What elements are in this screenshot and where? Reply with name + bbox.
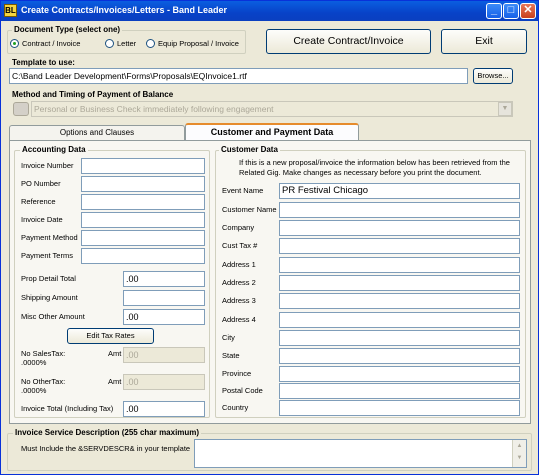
city-input[interactable] xyxy=(279,330,520,346)
cust-tax-input[interactable] xyxy=(279,238,520,254)
shipping-amount-label: Shipping Amount xyxy=(21,293,78,302)
service-description-title: Invoice Service Description (255 char ma… xyxy=(13,428,202,437)
payment-method-field-label: Payment Method xyxy=(21,233,78,242)
no-other-tax-amt-label: Amt xyxy=(108,377,122,386)
shipping-amount-input[interactable] xyxy=(123,290,205,306)
prop-detail-total-input[interactable]: .00 xyxy=(123,271,205,287)
invoice-date-label: Invoice Date xyxy=(21,215,63,224)
cust-tax-label: Cust Tax # xyxy=(222,241,258,250)
company-input[interactable] xyxy=(279,220,520,236)
radio-contract-invoice[interactable] xyxy=(10,39,19,48)
address1-input[interactable] xyxy=(279,257,520,273)
address3-label: Address 3 xyxy=(222,296,256,305)
edit-tax-rates-button[interactable]: Edit Tax Rates xyxy=(67,328,154,344)
address3-input[interactable] xyxy=(279,293,520,309)
customer-title: Customer Data xyxy=(219,145,280,154)
customer-name-label: Customer Name xyxy=(222,205,277,214)
address2-input[interactable] xyxy=(279,275,520,291)
address2-label: Address 2 xyxy=(222,278,256,287)
template-path-input[interactable]: C:\Band Leader Development\Forms\Proposa… xyxy=(9,68,468,84)
invoice-total-input[interactable]: .00 xyxy=(123,401,205,417)
postal-code-input[interactable] xyxy=(279,383,520,399)
doc-type-label: Document Type (select one) xyxy=(12,25,123,34)
no-sales-tax-amt-label: Amt xyxy=(108,349,122,358)
po-number-label: PO Number xyxy=(21,179,61,188)
province-label: Province xyxy=(222,369,252,378)
invoice-number-input[interactable] xyxy=(81,158,205,174)
browse-button[interactable]: Browse... xyxy=(473,68,513,84)
title-bar[interactable]: BL Create Contracts/Invoices/Letters - B… xyxy=(1,1,538,21)
exit-button[interactable]: Exit xyxy=(441,29,527,54)
no-sales-tax-label: No SalesTax: xyxy=(21,349,66,358)
radio-contract-invoice-label[interactable]: Contract / Invoice xyxy=(22,39,80,48)
address4-label: Address 4 xyxy=(222,315,256,324)
payment-method-label: Method and Timing of Payment of Balance xyxy=(12,90,174,99)
invoice-total-label: Invoice Total (Including Tax) xyxy=(21,404,114,413)
accounting-title: Accounting Data xyxy=(20,145,88,154)
scroll-up-icon[interactable]: ▲ xyxy=(513,440,526,452)
scroll-down-icon[interactable]: ▼ xyxy=(513,452,526,464)
payment-method-select[interactable]: Personal or Business Check immediately f… xyxy=(31,101,513,117)
province-input[interactable] xyxy=(279,366,520,382)
create-contract-button[interactable]: Create Contract/Invoice xyxy=(266,29,431,54)
app-window: BL Create Contracts/Invoices/Letters - B… xyxy=(0,0,539,475)
invoice-number-label: Invoice Number xyxy=(21,161,74,170)
country-label: Country xyxy=(222,403,249,412)
radio-letter[interactable] xyxy=(105,39,114,48)
service-description-note: Must Include the &SERVDESCR& in your tem… xyxy=(21,444,191,453)
customer-name-input[interactable] xyxy=(279,202,520,218)
payment-terms-label: Payment Terms xyxy=(21,251,73,260)
event-name-label: Event Name xyxy=(222,186,264,195)
chevron-down-icon[interactable]: ▼ xyxy=(498,102,512,116)
state-label: State xyxy=(222,351,240,360)
app-icon: BL xyxy=(4,4,17,17)
misc-other-amount-input[interactable]: .00 xyxy=(123,309,205,325)
payment-method-lookup-button[interactable] xyxy=(13,102,29,116)
po-number-input[interactable] xyxy=(81,176,205,192)
tab-options-clauses[interactable]: Options and Clauses xyxy=(9,125,185,140)
country-input[interactable] xyxy=(279,400,520,416)
prop-detail-total-label: Prop Detail Total xyxy=(21,274,76,283)
state-input[interactable] xyxy=(279,348,520,364)
invoice-date-input[interactable] xyxy=(81,212,205,228)
close-button[interactable]: ✕ xyxy=(520,3,536,19)
misc-other-amount-label: Misc Other Amount xyxy=(21,312,85,321)
no-sales-tax-rate: .0000% xyxy=(21,358,47,367)
radio-equip-proposal-label[interactable]: Equip Proposal / Invoice xyxy=(158,39,239,48)
no-sales-tax-amount: .00 xyxy=(123,347,205,363)
postal-code-label: Postal Code xyxy=(222,386,263,395)
reference-label: Reference xyxy=(21,197,56,206)
no-other-tax-label: No OtherTax: xyxy=(21,377,66,386)
no-other-tax-amount: .00 xyxy=(123,374,205,390)
payment-method-input[interactable] xyxy=(81,230,205,246)
no-other-tax-rate: .0000% xyxy=(21,386,47,395)
event-name-input[interactable]: PR Festival Chicago xyxy=(279,183,520,199)
address1-label: Address 1 xyxy=(222,260,256,269)
radio-equip-proposal[interactable] xyxy=(146,39,155,48)
reference-input[interactable] xyxy=(81,194,205,210)
template-label: Template to use: xyxy=(12,58,75,67)
radio-letter-label[interactable]: Letter xyxy=(117,39,136,48)
company-label: Company xyxy=(222,223,255,232)
window-title: Create Contracts/Invoices/Letters - Band… xyxy=(21,5,228,15)
minimize-button[interactable]: _ xyxy=(486,3,502,19)
service-description-scrollbar[interactable]: ▲ ▼ xyxy=(512,440,526,467)
service-description-input[interactable] xyxy=(194,439,527,468)
city-label: City xyxy=(222,333,235,342)
address4-input[interactable] xyxy=(279,312,520,328)
tab-customer-payment[interactable]: Customer and Payment Data xyxy=(185,123,359,141)
payment-terms-input[interactable] xyxy=(81,248,205,264)
maximize-button[interactable]: □ xyxy=(503,3,519,19)
customer-note: If this is a new proposal/invoice the in… xyxy=(239,158,510,177)
